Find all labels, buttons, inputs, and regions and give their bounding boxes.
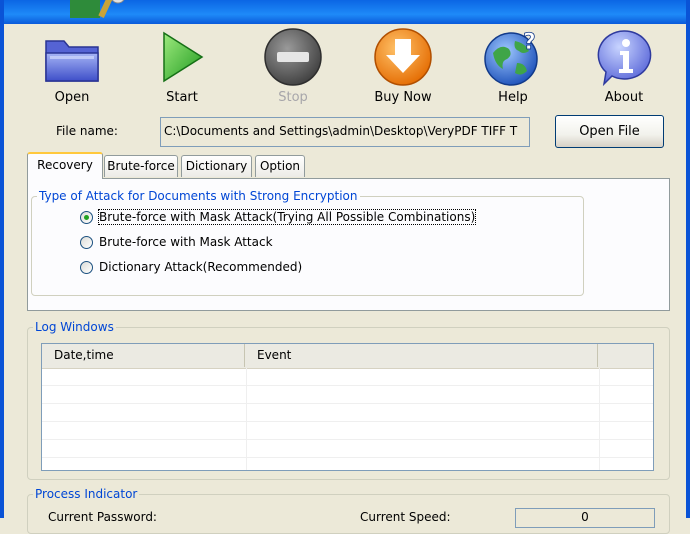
table-row [42, 386, 653, 404]
radio-label: Brute-force with Mask Attack [99, 235, 273, 249]
stop-icon [264, 28, 322, 86]
play-icon [163, 31, 204, 83]
app-banner [4, 0, 686, 24]
radio-button[interactable] [80, 261, 93, 274]
help-button[interactable]: ? Help [467, 24, 559, 112]
open-button[interactable]: Open [26, 24, 118, 112]
about-button[interactable]: About [578, 24, 670, 112]
log-table[interactable]: Date,time Event [41, 343, 654, 471]
column-header-empty [598, 344, 653, 367]
current-password-label: Current Password: [48, 510, 157, 524]
column-header-event[interactable]: Event [245, 344, 598, 367]
info-bubble-icon [597, 30, 652, 87]
download-arrow-icon [374, 28, 432, 86]
table-row [42, 368, 653, 386]
file-name-field[interactable]: C:\Documents and Settings\admin\Desktop\… [160, 117, 530, 147]
globe-help-icon: ? [484, 30, 538, 86]
tab-recovery[interactable]: Recovery [27, 152, 103, 179]
table-row [42, 422, 653, 440]
radio-button[interactable] [80, 236, 93, 249]
column-divider [246, 368, 247, 470]
log-windows-title: Log Windows [33, 320, 116, 334]
about-label: About [604, 90, 644, 105]
svg-text:?: ? [523, 30, 536, 55]
open-file-button[interactable]: Open File [555, 115, 664, 148]
tab-option[interactable]: Option [255, 155, 305, 177]
app-logo-icon [70, 0, 125, 18]
open-label: Open [54, 90, 90, 105]
current-speed-label: Current Speed: [360, 510, 451, 524]
radio-label: Dictionary Attack(Recommended) [99, 260, 303, 274]
start-label: Start [166, 90, 198, 105]
attack-type-title: Type of Attack for Documents with Strong… [37, 189, 360, 203]
process-indicator-title: Process Indicator [33, 487, 140, 501]
stop-label: Stop [278, 90, 308, 105]
help-label: Help [498, 90, 528, 105]
buy-now-button[interactable]: Buy Now [357, 24, 449, 112]
radio-button-checked[interactable] [80, 211, 93, 224]
tab-dictionary[interactable]: Dictionary [181, 155, 252, 177]
start-button[interactable]: Start [136, 24, 228, 112]
file-name-label: File name: [56, 124, 118, 138]
buy-now-label: Buy Now [374, 90, 432, 105]
current-speed-value: 0 [515, 508, 655, 528]
folder-icon [45, 40, 99, 82]
table-row [42, 440, 653, 458]
main-toolbar: Open Start Stop Buy Now ? Help About [4, 24, 686, 114]
table-row [42, 404, 653, 422]
window-frame-right [686, 0, 690, 518]
column-header-date-time[interactable]: Date,time [42, 344, 245, 367]
stop-button[interactable]: Stop [247, 24, 339, 112]
tab-brute-force[interactable]: Brute-force [104, 155, 178, 177]
log-table-header: Date,time Event [42, 344, 653, 369]
radio-label: Brute-force with Mask Attack(Trying All … [97, 209, 477, 225]
column-divider [599, 368, 600, 470]
